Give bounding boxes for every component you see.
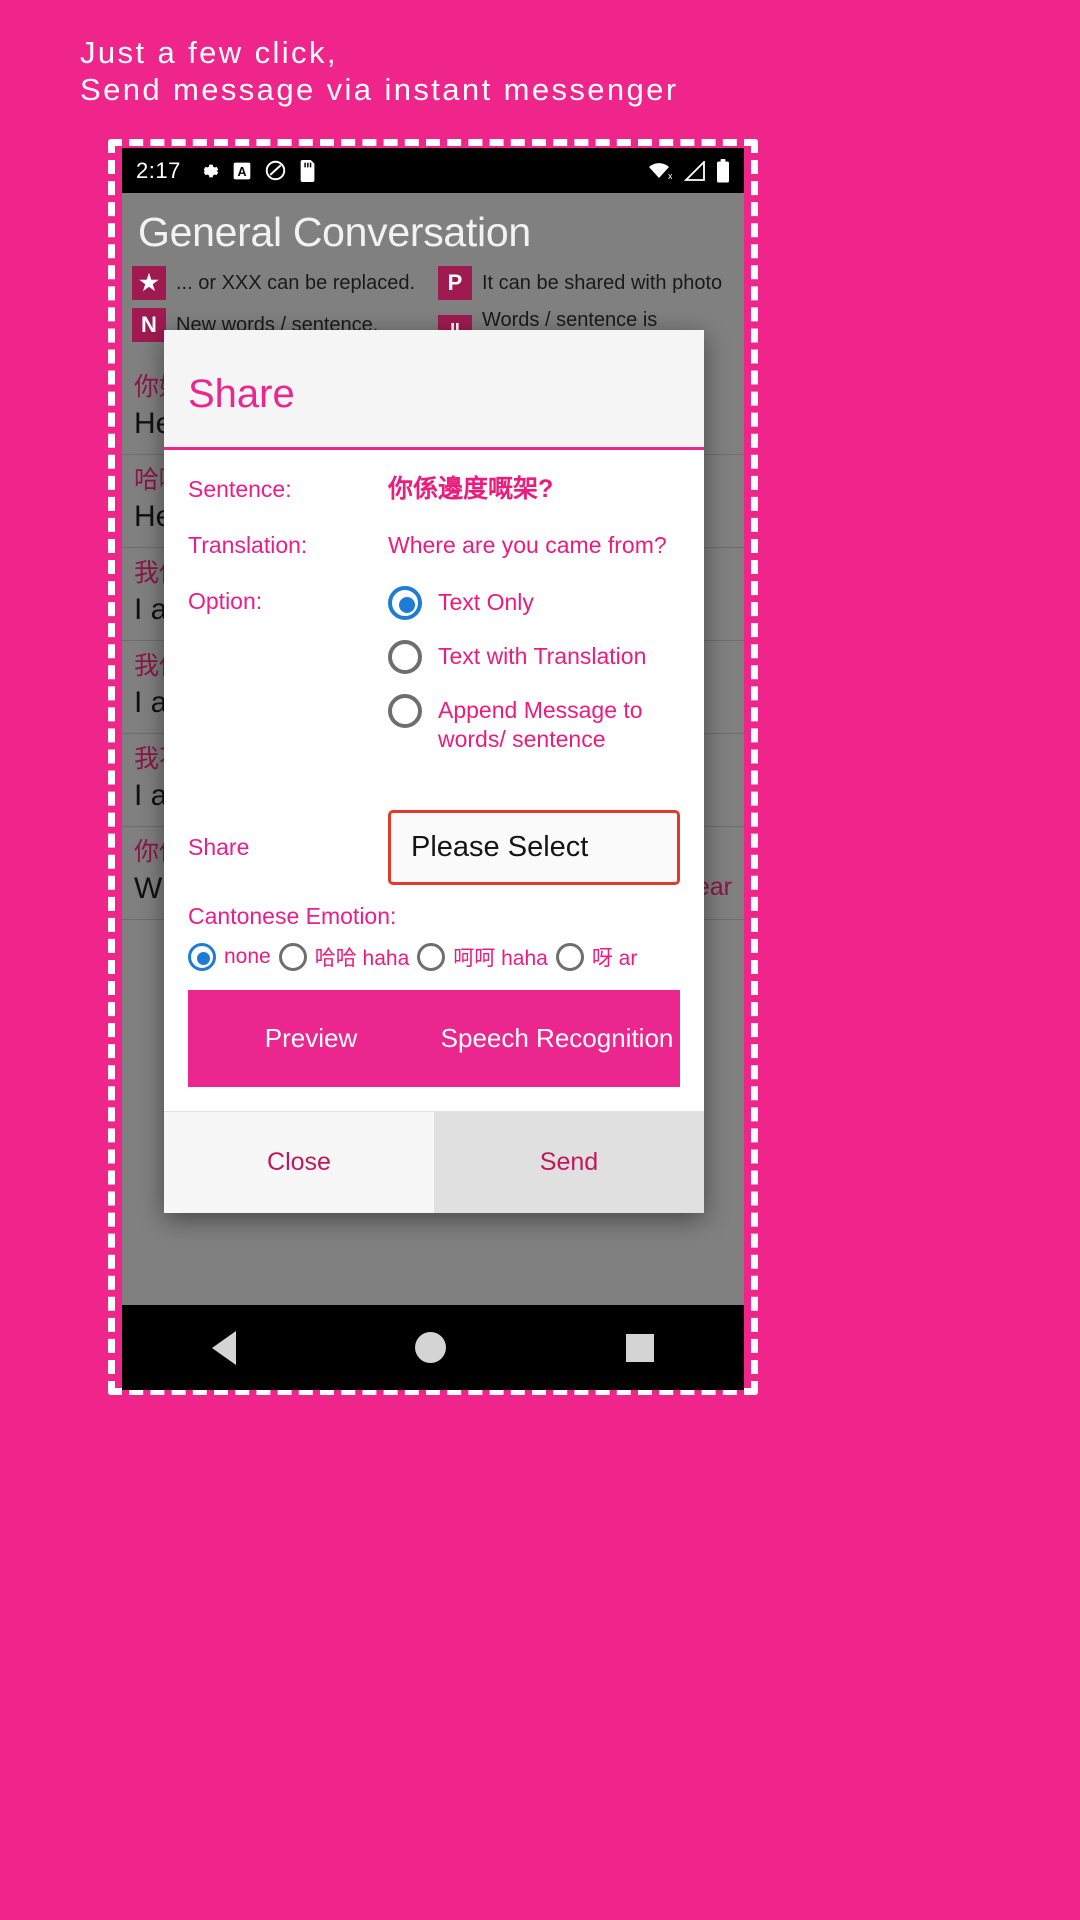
star-badge-icon: ★ <box>132 266 166 300</box>
svg-text:x: x <box>668 171 672 181</box>
promo-line-1: Just a few click, <box>80 35 338 70</box>
recents-icon[interactable] <box>626 1333 655 1362</box>
radio-icon[interactable] <box>388 694 422 728</box>
battery-icon <box>716 158 730 183</box>
sd-card-icon <box>299 159 317 182</box>
sentence-value: 你係邊度嘅架? <box>388 475 554 503</box>
translation-label: Translation: <box>188 532 308 558</box>
status-bar: 2:17 A x <box>122 148 744 193</box>
share-label: Share <box>188 834 250 860</box>
sentence-row: Sentence: 你係邊度嘅架? <box>188 474 680 504</box>
translation-row: Translation: Where are you came from? <box>188 530 680 560</box>
radio-icon-selected[interactable] <box>388 586 422 620</box>
sentence-label: Sentence: <box>188 476 292 502</box>
emotion-hoho[interactable]: 呵呵 haha <box>417 942 548 972</box>
radio-icon[interactable] <box>417 943 446 971</box>
emotion-none[interactable]: none <box>188 943 271 971</box>
cantonese-emotion-label: Cantonese Emotion: <box>188 903 397 929</box>
legend-item: P It can be shared with photo <box>438 266 734 300</box>
legend-item-label: ... or XXX can be replaced. <box>176 272 416 294</box>
dialog-title: Share <box>188 372 295 416</box>
option-text-only[interactable]: Text Only <box>388 586 680 620</box>
cantonese-emotion-radio-group: none 哈哈 haha 呵呵 haha 呀 ar <box>188 942 680 990</box>
share-dialog: Share Sentence: 你係邊度嘅架? Translation: Whe… <box>164 330 704 1213</box>
android-nav-bar <box>122 1305 744 1390</box>
radio-icon[interactable] <box>555 943 584 971</box>
do-not-disturb-icon <box>265 160 286 181</box>
page-title: General Conversation <box>138 209 531 255</box>
emotion-ar[interactable]: 呀 ar <box>555 942 638 972</box>
signal-icon <box>683 160 705 181</box>
emotion-label-text: 呵呵 haha <box>453 947 548 970</box>
gear-icon <box>197 160 219 182</box>
send-button[interactable]: Send <box>434 1112 704 1213</box>
radio-icon-selected[interactable] <box>188 943 216 971</box>
dialog-body: Sentence: 你係邊度嘅架? Translation: Where are… <box>164 450 704 1111</box>
dialog-footer: Close Send <box>164 1111 704 1213</box>
svg-text:A: A <box>237 165 246 179</box>
dialog-action-bar: Preview Speech Recognition <box>188 990 680 1087</box>
preview-button[interactable]: Preview <box>188 990 434 1087</box>
emotion-label-text: none <box>224 945 271 968</box>
option-text-with-translation[interactable]: Text with Translation <box>388 640 680 674</box>
option-append-message[interactable]: Append Message to words/ sentence <box>388 694 680 754</box>
option-row: Option: Text Only Text with Translation … <box>188 586 680 754</box>
emotion-label-text: 呀 ar <box>591 947 638 970</box>
translation-value: Where are you came from? <box>388 532 667 558</box>
back-icon[interactable] <box>211 1330 236 1365</box>
close-button[interactable]: Close <box>164 1112 434 1213</box>
new-badge-icon: N <box>132 308 166 342</box>
promo-line-2: Send message via instant messenger <box>80 72 679 107</box>
share-target-select[interactable]: Please Select <box>388 810 680 885</box>
promo-header: Just a few click, Send message via insta… <box>80 34 980 108</box>
emotion-label-text: 哈哈 haha <box>314 947 410 970</box>
radio-icon[interactable] <box>388 640 422 674</box>
wifi-off-icon: x <box>646 161 672 181</box>
option-label: Option: <box>188 588 263 614</box>
photo-badge-icon: P <box>438 266 472 300</box>
radio-icon[interactable] <box>278 943 307 971</box>
status-bar-time: 2:17 <box>136 157 181 183</box>
home-icon[interactable] <box>415 1332 447 1363</box>
speech-recognition-button[interactable]: Speech Recognition <box>434 990 680 1087</box>
legend-item: ★ ... or XXX can be replaced. <box>132 266 428 300</box>
option-radio-group: Text Only Text with Translation Append M… <box>388 586 680 754</box>
option-label-text: Append Message to words/ sentence <box>438 697 643 752</box>
option-label-text: Text with Translation <box>438 643 647 669</box>
legend-item-label: It can be shared with photo <box>482 272 723 294</box>
letter-a-icon: A <box>232 161 252 181</box>
share-row: Share Please Select <box>188 810 680 885</box>
option-label-text: Text Only <box>438 589 534 615</box>
dialog-header: Share <box>164 330 704 450</box>
emotion-haha[interactable]: 哈哈 haha <box>278 942 410 972</box>
